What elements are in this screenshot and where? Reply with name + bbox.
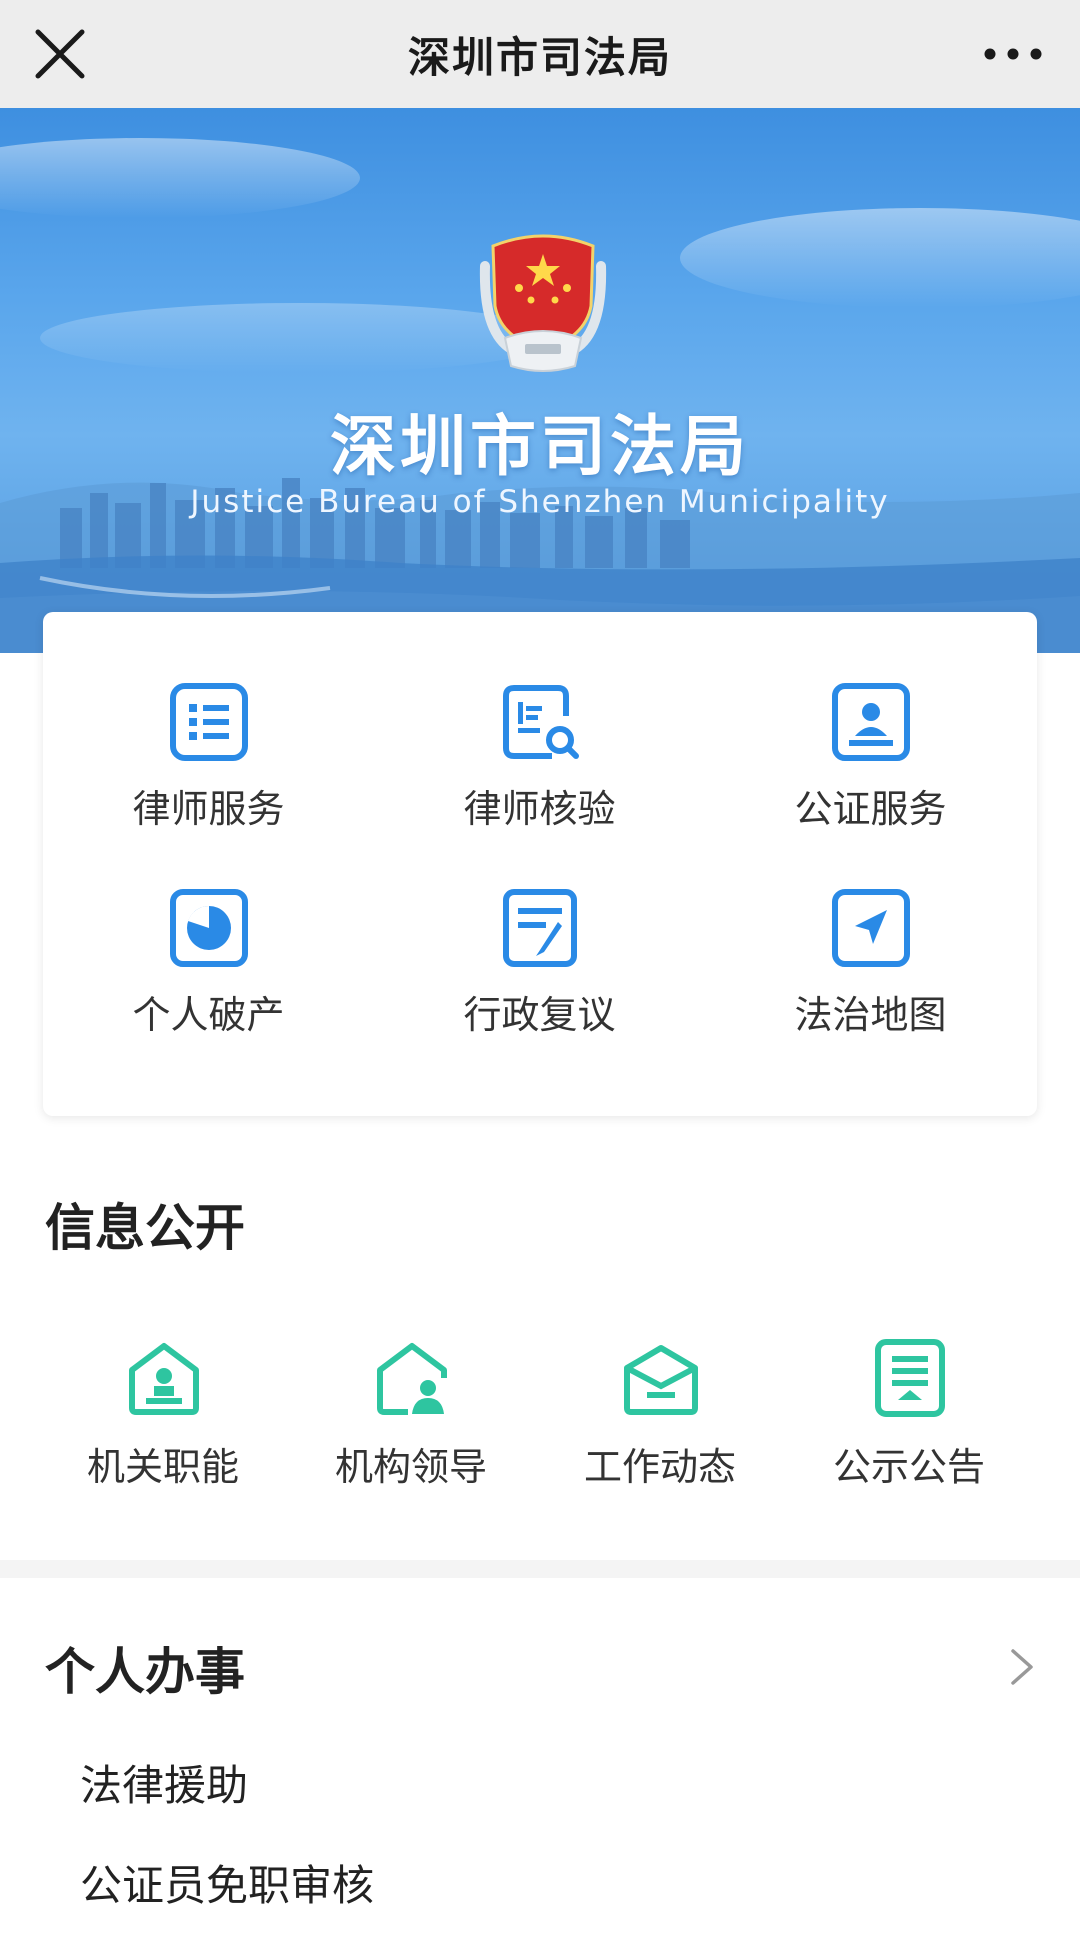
section-title-info-public: 信息公开 [45, 1199, 245, 1257]
services-card: 律师服务 律师核验 公证服务 个人破产 行政复议 法治地图 [43, 612, 1037, 1116]
header-banner: 深圳市司法局 Justice Bureau of Shenzhen Munici… [0, 108, 1080, 653]
info-label: 公示公告 [832, 1445, 985, 1489]
edit-document-icon [503, 889, 577, 967]
service-personal-bankruptcy[interactable]: 个人破产 [43, 888, 374, 1038]
section-title-personal-affairs: 个人办事 [45, 1643, 245, 1701]
service-lawyer-verify[interactable]: 律师核验 [374, 682, 705, 832]
banner-subtitle: Justice Bureau of Shenzhen Municipality [190, 484, 890, 520]
service-administrative-review[interactable]: 行政复议 [374, 888, 705, 1038]
service-label: 行政复议 [463, 993, 616, 1037]
institution-icon [129, 1343, 199, 1415]
service-label: 法治地图 [794, 993, 947, 1037]
list-item-legal-aid[interactable]: 法律援助 [80, 1752, 248, 1813]
info-label: 工作动态 [583, 1445, 736, 1489]
info-label: 机构领导 [334, 1445, 487, 1489]
id-card-icon [832, 683, 910, 761]
service-notary[interactable]: 公证服务 [705, 682, 1036, 832]
service-lawyer-service[interactable]: 律师服务 [43, 682, 374, 832]
info-item-agency-functions[interactable]: 机关职能 [38, 1338, 288, 1489]
document-search-icon [503, 685, 579, 759]
info-item-work-news[interactable]: 工作动态 [535, 1338, 785, 1489]
city-skyline-background [0, 138, 1080, 653]
page-title: 深圳市司法局 [407, 32, 672, 82]
info-item-public-notice[interactable]: 公示公告 [784, 1338, 1034, 1489]
info-label: 机关职能 [86, 1445, 239, 1489]
justice-emblem-logo [479, 234, 607, 372]
service-label: 个人破产 [132, 993, 285, 1037]
list-document-icon [170, 683, 248, 761]
service-label: 公证服务 [794, 787, 947, 831]
list-item-notary-dismissal-review[interactable]: 公证员免职审核 [80, 1852, 374, 1913]
section-divider [0, 1560, 1080, 1578]
envelope-icon [624, 1345, 698, 1415]
pie-chart-icon [170, 889, 248, 967]
info-item-leadership[interactable]: 机构领导 [286, 1338, 536, 1489]
chevron-right-icon[interactable] [1005, 1645, 1039, 1689]
service-label: 律师核验 [463, 787, 616, 831]
top-nav-bar: 深圳市司法局 [0, 0, 1080, 108]
location-arrow-icon [832, 889, 910, 967]
more-options-icon[interactable] [978, 24, 1048, 84]
leader-house-icon [377, 1343, 447, 1415]
close-icon[interactable] [30, 24, 90, 84]
service-legal-map[interactable]: 法治地图 [705, 888, 1036, 1038]
banner-title: 深圳市司法局 [330, 408, 750, 485]
notice-document-icon [875, 1339, 945, 1417]
service-label: 律师服务 [132, 787, 285, 831]
